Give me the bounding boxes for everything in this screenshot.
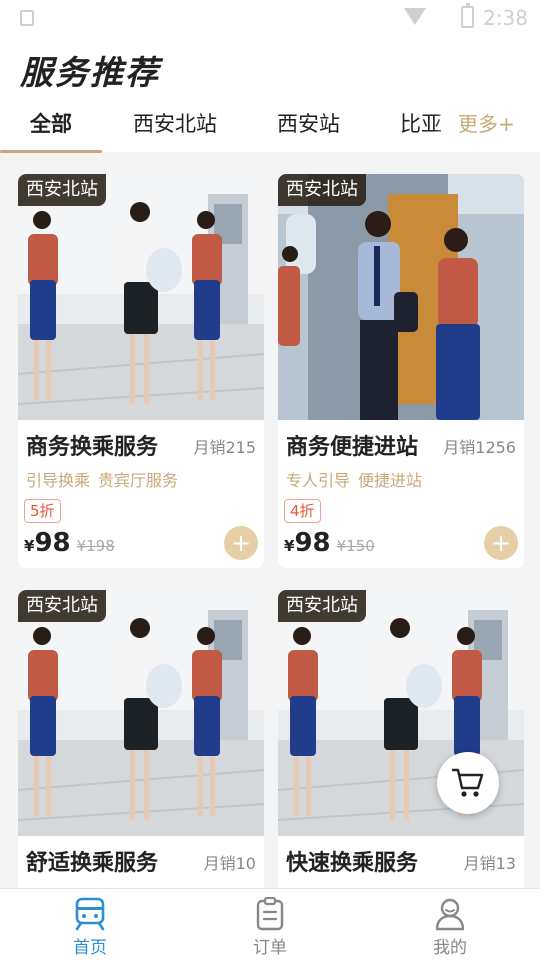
tab-xian-north[interactable]: 西安北站	[133, 108, 217, 138]
monthly-sales: 月销215	[193, 438, 256, 457]
more-tabs-button[interactable]: 更多+	[448, 104, 540, 148]
wifi-icon	[404, 8, 426, 25]
header: 服务推荐 全部 西安北站 西安站 比亚 更多+	[0, 36, 540, 153]
nav-label: 首页	[73, 938, 107, 958]
feature-tag: 便捷进站	[358, 471, 423, 490]
product-card[interactable]: 西安北站 商务便捷进站 月销1256 专人引导 便捷进站 4折 ¥98 ¥150 +	[278, 174, 524, 568]
add-to-cart-button[interactable]: +	[224, 526, 258, 560]
currency-symbol: ¥	[284, 537, 295, 555]
product-card[interactable]: 西安北站 舒适换乘服务 月销10	[18, 590, 264, 888]
price-value: 98	[34, 528, 71, 558]
price-value: 98	[294, 528, 331, 558]
feature-tag: 贵宾厅服务	[98, 471, 179, 490]
cart-button[interactable]	[437, 752, 499, 814]
product-title: 快速换乘服务	[286, 851, 419, 876]
original-price: ¥198	[76, 537, 115, 555]
status-time: 2:38	[483, 6, 528, 30]
nav-label: 订单	[253, 938, 287, 958]
page-title: 服务推荐	[20, 53, 160, 92]
monthly-sales: 月销10	[203, 854, 256, 873]
tab-xian[interactable]: 西安站	[277, 108, 340, 138]
clipboard-icon	[256, 897, 284, 931]
cart-icon	[451, 768, 484, 797]
feature-tags: 引导换乘 贵宾厅服务	[26, 467, 178, 491]
currency-symbol: ¥	[24, 537, 35, 555]
product-title: 舒适换乘服务	[26, 851, 159, 876]
discount-badge: 4折	[284, 499, 321, 523]
battery-icon	[461, 3, 474, 28]
user-icon	[435, 898, 465, 931]
product-image	[18, 590, 264, 836]
product-title: 商务便捷进站	[286, 435, 419, 460]
discount-badge: 5折	[24, 499, 61, 523]
notification-icon	[20, 10, 34, 26]
feature-tag: 引导换乘	[26, 471, 91, 490]
train-icon	[75, 897, 105, 931]
product-image	[18, 174, 264, 420]
tab-partial[interactable]: 比亚	[400, 108, 442, 138]
category-tabs: 全部 西安北站 西安站 比亚 更多+	[0, 104, 540, 153]
nav-home[interactable]: 首页	[0, 889, 180, 960]
feature-tag: 专人引导	[286, 471, 351, 490]
station-tag: 西安北站	[18, 590, 106, 622]
monthly-sales: 月销13	[463, 854, 516, 873]
tab-all[interactable]: 全部	[30, 108, 72, 138]
nav-profile[interactable]: 我的	[360, 889, 540, 960]
product-card[interactable]: 西安北站 商务换乘服务 月销215 引导换乘 贵宾厅服务 5折 ¥98 ¥198 +	[18, 174, 264, 568]
original-price: ¥150	[336, 537, 375, 555]
bottom-nav: 首页 订单 我的	[0, 888, 540, 960]
station-tag: 西安北站	[18, 174, 106, 206]
feature-tags: 专人引导 便捷进站	[286, 467, 422, 491]
price: ¥98 ¥150	[284, 528, 375, 558]
station-tag: 西安北站	[278, 174, 366, 206]
nav-orders[interactable]: 订单	[180, 889, 360, 960]
nav-label: 我的	[433, 938, 467, 958]
product-title: 商务换乘服务	[26, 435, 159, 460]
plus-icon: +	[490, 529, 512, 557]
status-bar: 2:38	[0, 0, 540, 36]
plus-icon: +	[230, 529, 252, 557]
product-image	[278, 174, 524, 420]
monthly-sales: 月销1256	[443, 438, 516, 457]
add-to-cart-button[interactable]: +	[484, 526, 518, 560]
station-tag: 西安北站	[278, 590, 366, 622]
price: ¥98 ¥198	[24, 528, 115, 558]
product-card[interactable]: 西安北站 快速换乘服务 月销13	[278, 590, 524, 888]
